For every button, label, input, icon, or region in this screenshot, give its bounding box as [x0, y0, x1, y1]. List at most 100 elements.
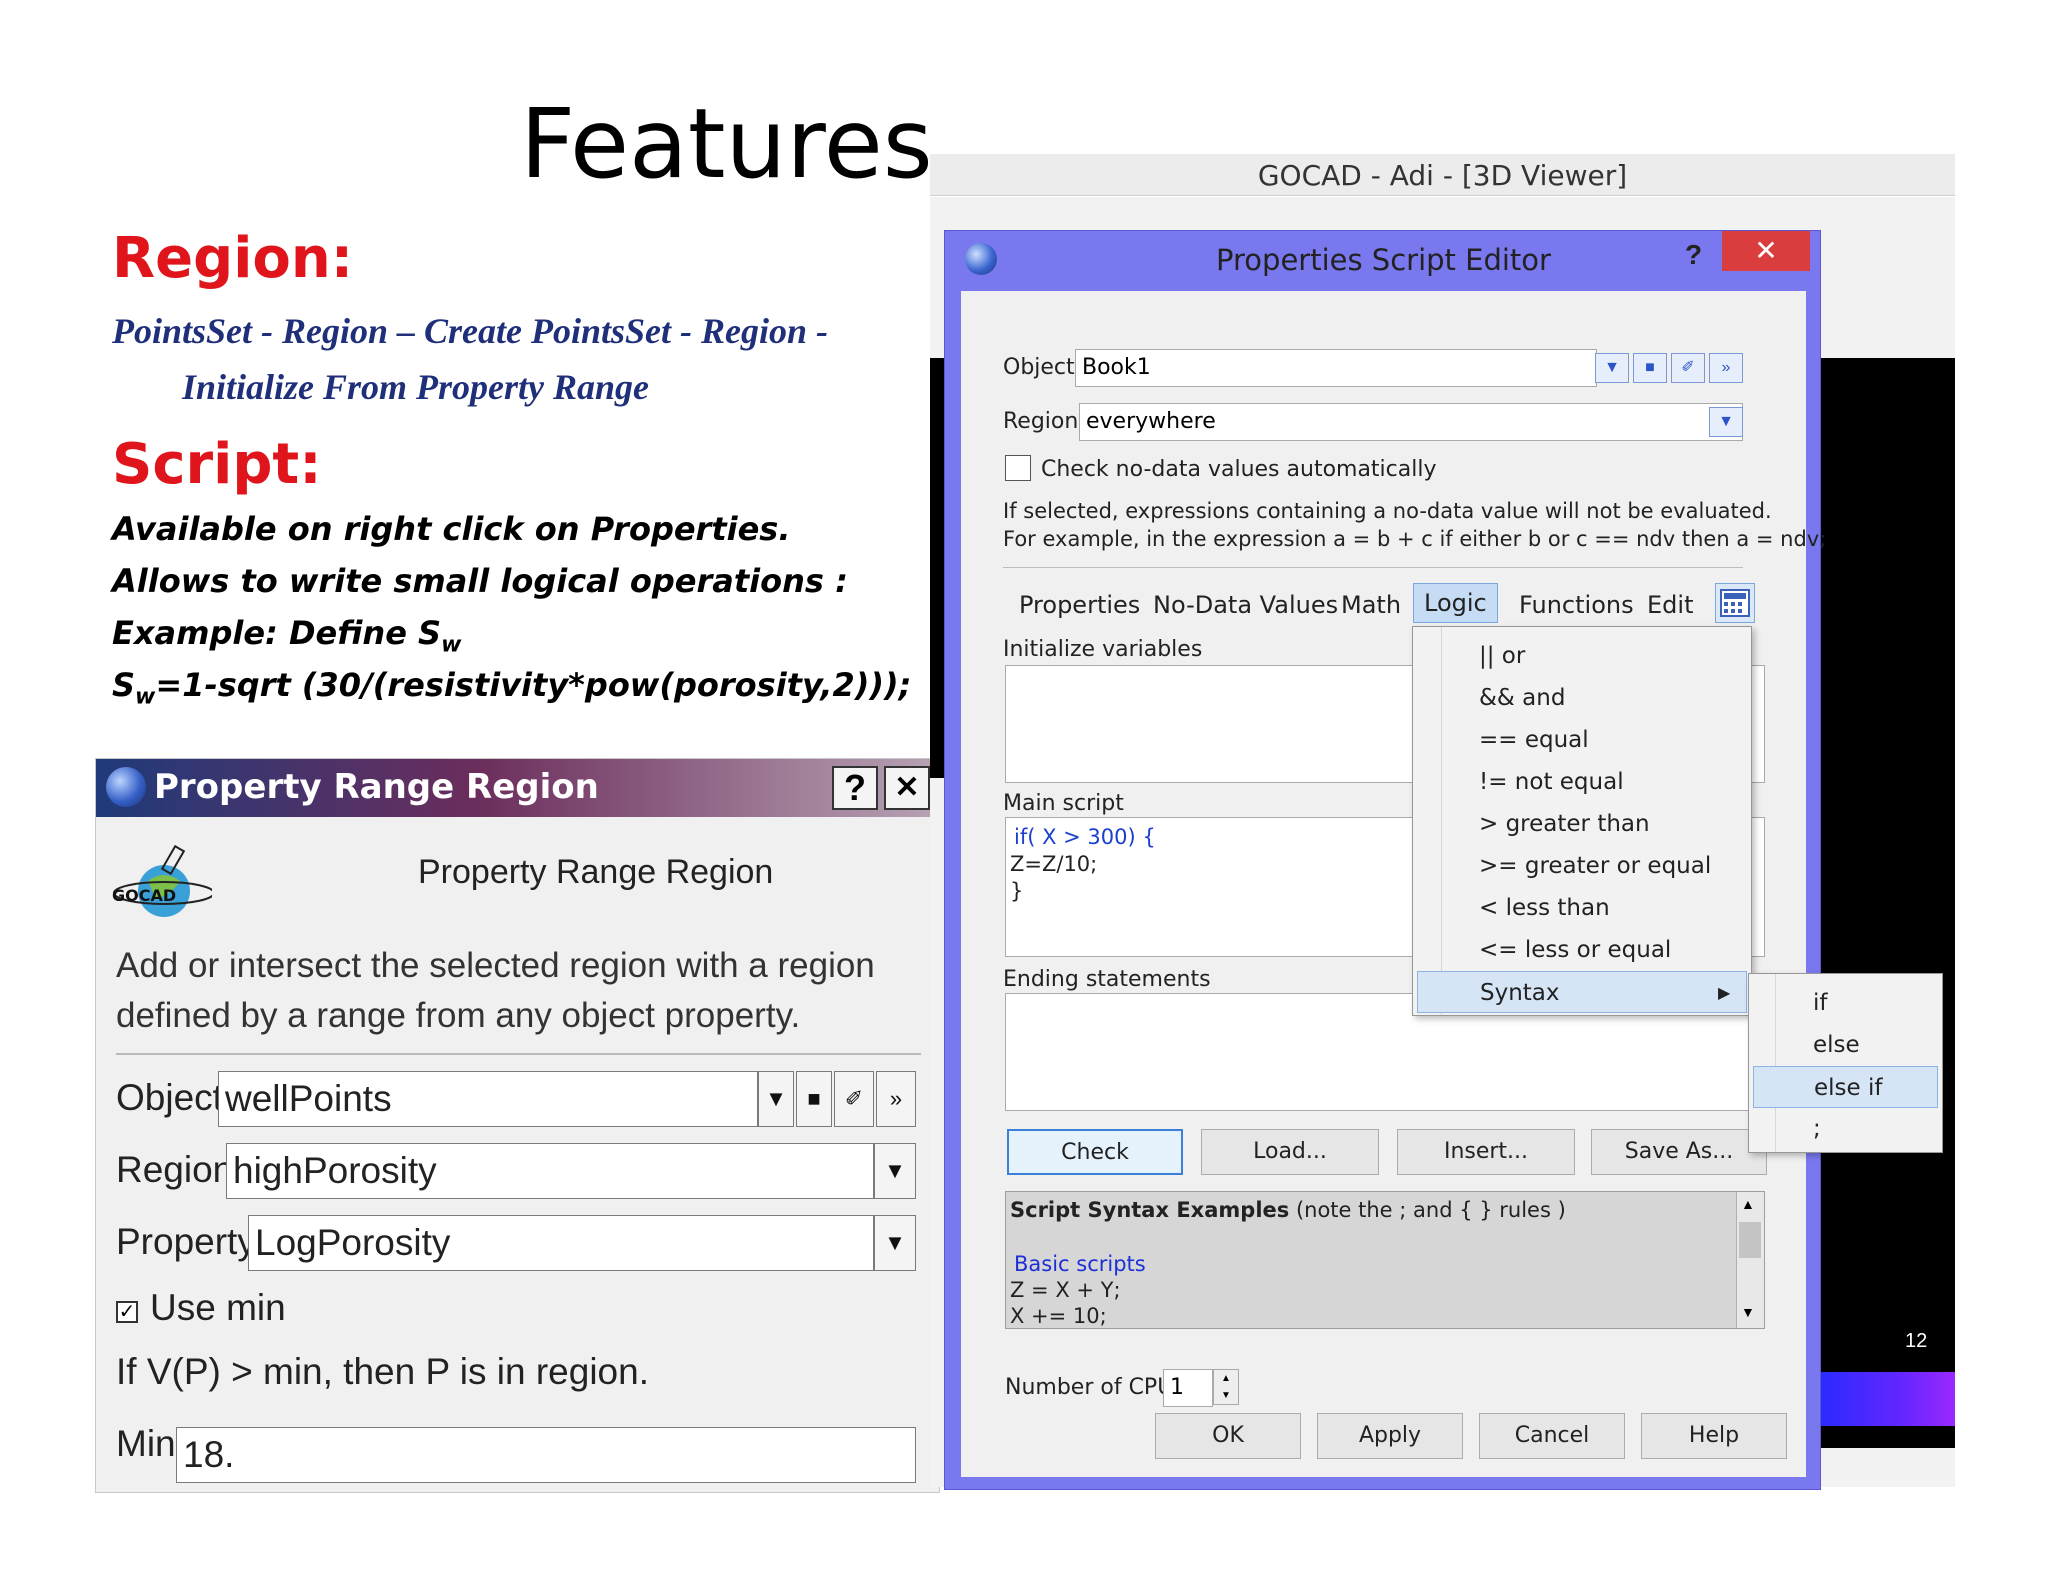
menu-path-line-1: PointsSet - Region – Create PointsSet - … [112, 311, 829, 351]
menu-item-less-or-equal[interactable]: <= less or equal [1413, 929, 1751, 971]
logo-text: GOCAD [112, 886, 176, 905]
dropdown-arrow-icon[interactable]: ▼ [758, 1071, 794, 1127]
basic-scripts-link[interactable]: Basic scripts [1014, 1250, 1146, 1278]
more-icon[interactable]: » [876, 1071, 916, 1127]
select-object-icon[interactable]: ■ [1633, 353, 1667, 383]
apply-button[interactable]: Apply [1317, 1413, 1463, 1459]
calculator-icon[interactable] [1715, 583, 1755, 623]
examples-title: Script Syntax Examples (note the ; and {… [1010, 1196, 1566, 1224]
tab-edit[interactable]: Edit [1647, 591, 1693, 619]
submenu-item-else-if[interactable]: else if [1753, 1066, 1938, 1108]
3d-viewer[interactable] [1815, 358, 1955, 1448]
ending-label: Ending statements [1003, 967, 1211, 992]
script-heading: Script: [112, 432, 322, 497]
menu-item-not-equal[interactable]: != not equal [1413, 761, 1751, 803]
property-dropdown-icon[interactable]: ▼ [874, 1215, 916, 1271]
example-code-1: Z = X + Y; [1010, 1278, 1121, 1302]
load-button[interactable]: Load... [1201, 1129, 1379, 1175]
script-line-2: Allows to write small logical operations… [112, 562, 848, 600]
help-button[interactable]: ? [832, 766, 878, 810]
submenu-item-if[interactable]: if [1749, 982, 1942, 1024]
region-field[interactable]: everywhere [1079, 403, 1743, 441]
gocad-titlebar: GOCAD - Adi - [3D Viewer] [930, 154, 1955, 196]
examples-title-bold: Script Syntax Examples [1010, 1198, 1290, 1222]
scroll-down-icon[interactable]: ▼ [1741, 1304, 1755, 1320]
object-label: Object [116, 1077, 223, 1118]
gocad-logo-icon: GOCAD [112, 844, 212, 917]
init-label: Initialize variables [1003, 637, 1203, 662]
menu-path-line-2: Initialize From Property Range [182, 367, 650, 407]
syntax-submenu: if else else if ; [1748, 973, 1943, 1153]
menu-item-equal[interactable]: == equal [1413, 719, 1751, 761]
use-min-label: Use min [150, 1287, 286, 1328]
help-button[interactable]: ? [1685, 239, 1702, 271]
min-label: Min [116, 1423, 176, 1464]
close-button[interactable]: ✕ [1722, 231, 1810, 271]
use-min-checkbox[interactable]: ✓ [116, 1301, 138, 1323]
region-heading: Region: [112, 226, 354, 291]
tab-bar: Properties No-Data Values Math Logic Fun… [1003, 581, 1763, 629]
tab-functions[interactable]: Functions [1519, 591, 1634, 619]
nodata-checkbox[interactable] [1005, 455, 1031, 481]
tab-math[interactable]: Math [1341, 591, 1401, 619]
logic-menu: || or && and == equal != not equal > gre… [1412, 626, 1752, 1016]
example-sub: w [441, 632, 462, 658]
insert-button[interactable]: Insert... [1397, 1129, 1575, 1175]
script-line-1: Available on right click on Properties. [112, 510, 791, 548]
scroll-thumb[interactable] [1739, 1222, 1761, 1258]
tab-properties[interactable]: Properties [1019, 591, 1140, 619]
tab-logic[interactable]: Logic [1413, 583, 1498, 623]
submenu-item-else[interactable]: else [1749, 1024, 1942, 1066]
menu-item-greater-than[interactable]: > greater than [1413, 803, 1751, 845]
cpu-spinner-icon[interactable]: ▲ ▼ [1213, 1369, 1239, 1405]
scroll-up-icon[interactable]: ▲ [1741, 1196, 1755, 1212]
pick-pin-icon[interactable]: ✐ [1671, 353, 1705, 383]
select-object-icon[interactable]: ■ [796, 1071, 832, 1127]
region-label: Region [116, 1149, 234, 1190]
dropdown-arrow-icon[interactable]: ▼ [1595, 353, 1629, 383]
cancel-button[interactable]: Cancel [1479, 1413, 1625, 1459]
cpu-field[interactable]: 1 [1163, 1369, 1213, 1407]
property-field[interactable]: LogPorosity [248, 1215, 874, 1271]
example-code-2: X += 10; [1010, 1304, 1107, 1328]
menu-item-less-than[interactable]: < less than [1413, 887, 1751, 929]
submenu-arrow-icon: ▶ [1718, 983, 1731, 1002]
separator [1003, 567, 1743, 568]
check-button[interactable]: Check [1007, 1129, 1183, 1175]
prr-title: Property Range Region [154, 767, 599, 807]
prr-heading: Property Range Region [418, 853, 774, 891]
nodata-check-label: Check no-data values automatically [1041, 457, 1437, 482]
min-field[interactable]: 18. [176, 1427, 916, 1483]
code-line-2: Z=Z/10; [1010, 852, 1098, 876]
menu-item-greater-or-equal[interactable]: >= greater or equal [1413, 845, 1751, 887]
main-label: Main script [1003, 791, 1124, 816]
formula-prefix: S [112, 666, 136, 704]
menu-item-and[interactable]: && and [1413, 677, 1751, 719]
cpu-label: Number of CPU [1005, 1375, 1174, 1400]
formula-rest: =1-sqrt (30/(resistivity*pow(porosity,2)… [155, 666, 912, 704]
object-label: Object [1003, 355, 1075, 380]
nodata-note-1: If selected, expressions containing a no… [1003, 499, 1772, 523]
examples-scrollbar[interactable]: ▲ ▼ [1736, 1192, 1764, 1328]
tab-no-data-values[interactable]: No-Data Values [1153, 591, 1338, 619]
menu-item-or[interactable]: || or [1413, 635, 1751, 677]
more-icon[interactable]: » [1709, 353, 1743, 383]
object-field[interactable]: wellPoints [218, 1071, 758, 1127]
separator [116, 1053, 921, 1055]
region-dropdown-icon[interactable]: ▼ [1709, 407, 1743, 437]
help-bottom-button[interactable]: Help [1641, 1413, 1787, 1459]
pick-pin-icon[interactable]: ✐ [834, 1071, 874, 1127]
region-field[interactable]: highPorosity [226, 1143, 874, 1199]
globe-icon [106, 767, 146, 807]
rule-text: If V(P) > min, then P is in region. [116, 1351, 649, 1392]
example-line: Example: Define Sw [112, 614, 461, 657]
object-field[interactable]: Book1 [1075, 349, 1597, 387]
close-button[interactable]: ✕ [884, 766, 930, 810]
save-as-button[interactable]: Save As... [1591, 1129, 1767, 1175]
menu-item-syntax[interactable]: Syntax ▶ [1417, 971, 1747, 1013]
ok-button[interactable]: OK [1155, 1413, 1301, 1459]
code-line-3: } [1010, 879, 1024, 903]
region-dropdown-icon[interactable]: ▼ [874, 1143, 916, 1199]
prr-titlebar: Property Range Region ? ✕ [96, 759, 939, 817]
submenu-item-semicolon[interactable]: ; [1749, 1108, 1942, 1150]
